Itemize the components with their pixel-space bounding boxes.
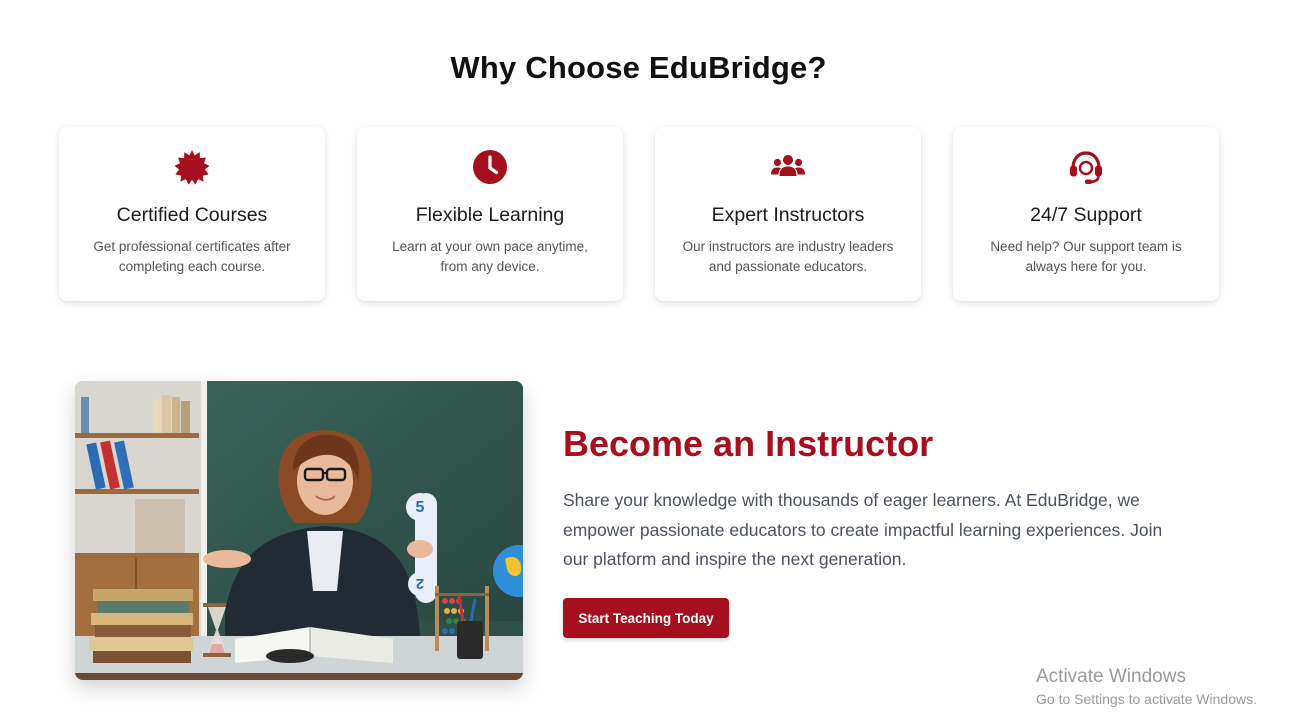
instructor-photo: 5 2 <box>75 381 523 680</box>
feature-card-support: 24/7 Support Need help? Our support team… <box>953 127 1219 301</box>
features-grid: Certified Courses Get professional certi… <box>59 127 1219 301</box>
paddle-number-2: 2 <box>416 575 424 592</box>
users-icon <box>770 149 806 185</box>
instructor-description: Share your knowledge with thousands of e… <box>563 490 1163 569</box>
paddle-number-5: 5 <box>416 499 425 516</box>
feature-description: Get professional certificates after comp… <box>93 239 291 274</box>
instructor-title: Become an Instructor <box>563 423 934 464</box>
start-teaching-button[interactable]: Start Teaching Today <box>563 598 729 638</box>
watermark-title: Activate Windows <box>1036 666 1186 687</box>
feature-description: Our instructors are industry leaders and… <box>682 239 894 274</box>
windows-activation-watermark: Activate Windows Go to Settings to activ… <box>1036 666 1257 707</box>
section-title: Why Choose EduBridge? <box>450 50 827 85</box>
certificate-icon <box>174 149 210 185</box>
feature-description: Learn at your own pace anytime, from any… <box>392 239 588 274</box>
feature-title: Certified Courses <box>116 204 268 226</box>
watermark-subtitle: Go to Settings to activate Windows. <box>1036 691 1257 707</box>
feature-card-flexible-learning: Flexible Learning Learn at your own pace… <box>357 127 623 301</box>
feature-description: Need help? Our support team is always he… <box>990 239 1182 274</box>
feature-card-certified-courses: Certified Courses Get professional certi… <box>59 127 325 301</box>
headset-icon <box>1068 149 1104 185</box>
clock-icon <box>472 149 508 185</box>
feature-title: 24/7 Support <box>1030 204 1142 226</box>
feature-card-expert-instructors: Expert Instructors Our instructors are i… <box>655 127 921 301</box>
feature-title: Flexible Learning <box>415 204 565 226</box>
feature-title: Expert Instructors <box>711 204 865 226</box>
